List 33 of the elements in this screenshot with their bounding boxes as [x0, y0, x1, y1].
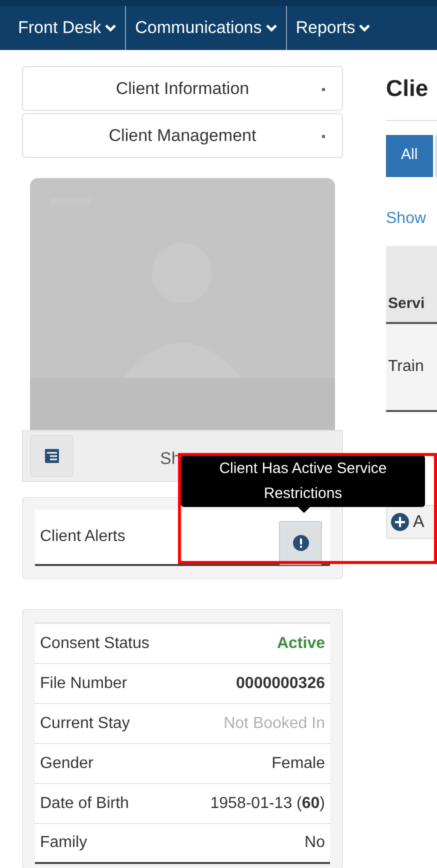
nav-menu[interactable]: Communications: [125, 6, 286, 50]
detail-label: Consent Status: [40, 634, 150, 654]
nav-menu[interactable]: Front Desk: [0, 6, 126, 50]
chevron-down-icon: [266, 24, 277, 32]
menu-dropdown[interactable]: Client Information: [22, 66, 343, 111]
exclamation-circle-icon: [292, 535, 308, 551]
page-title: Clie: [386, 74, 430, 103]
tooltip-pointer: [298, 507, 310, 513]
column-header: Servi: [388, 294, 425, 314]
detail-label: Date of Birth: [40, 794, 129, 814]
detail-value: Female: [272, 754, 325, 774]
detail-label: Current Stay: [40, 714, 130, 734]
detail-value: No: [304, 833, 325, 853]
chevron-down-icon: [359, 24, 370, 32]
filter-tab[interactable]: All: [386, 134, 433, 176]
detail-label: File Number: [40, 674, 128, 694]
list-icon: [44, 449, 58, 463]
chevron-down-icon: [105, 24, 116, 32]
alert-button[interactable]: [279, 521, 322, 565]
plus-circle-icon: [391, 512, 409, 530]
tooltip: Client Has Active Service Restrictions: [181, 455, 425, 507]
list-toggle-button[interactable]: [30, 435, 73, 477]
show-link[interactable]: Show: [386, 206, 437, 230]
detail-label: Gender: [40, 754, 94, 774]
detail-value: 1958-01-13 (60): [210, 794, 325, 814]
detail-label: Family: [40, 833, 88, 853]
detail-value: 0000000326: [236, 674, 325, 694]
detail-value: Active: [276, 634, 325, 654]
menu-dropdown[interactable]: Client Management: [22, 113, 343, 158]
nav-menu[interactable]: Reports: [286, 6, 380, 50]
detail-value: Not Booked In: [224, 714, 325, 734]
table-cell-text: Train: [388, 356, 424, 376]
alerts-label: Client Alerts: [40, 527, 126, 547]
